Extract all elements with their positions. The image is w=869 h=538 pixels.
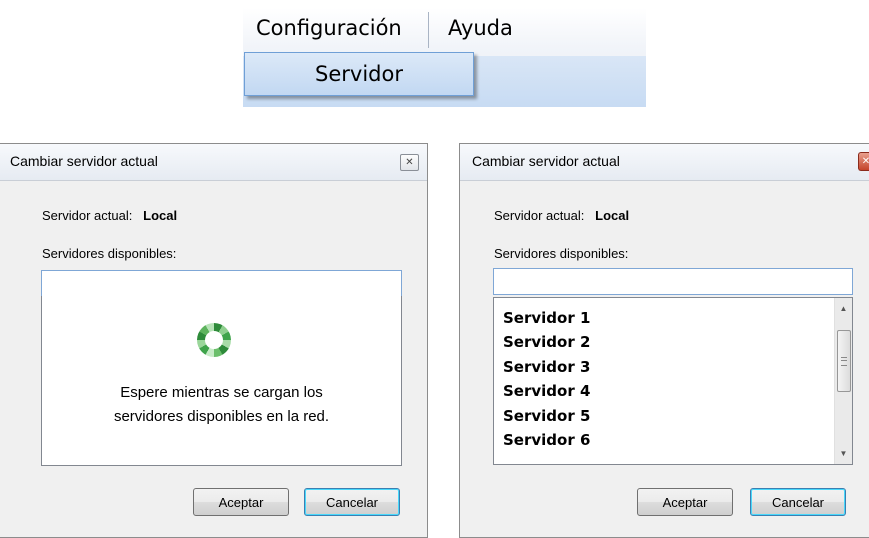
- menu-ayuda[interactable]: Ayuda: [448, 8, 513, 48]
- current-server-row: Servidor actual: Local: [42, 208, 177, 223]
- list-item[interactable]: Servidor 5: [503, 404, 590, 428]
- cancel-button[interactable]: Cancelar: [750, 488, 846, 516]
- menu-item-servidor[interactable]: Servidor: [244, 52, 474, 96]
- accept-button[interactable]: Aceptar: [637, 488, 733, 516]
- close-icon[interactable]: ✕: [400, 154, 419, 171]
- list-item[interactable]: Servidor 6: [503, 428, 590, 452]
- scrollbar[interactable]: ▲ ▼: [834, 298, 852, 464]
- change-server-dialog-loaded: Cambiar servidor actual ✕ Servidor actua…: [459, 143, 869, 538]
- menu-bar: Configuración Ayuda Servidor: [243, 8, 646, 107]
- list-item[interactable]: Servidor 4: [503, 379, 590, 403]
- scroll-thumb[interactable]: [837, 330, 851, 392]
- dialog-titlebar: Cambiar servidor actual ✕: [460, 144, 869, 181]
- current-server-value: Local: [595, 208, 630, 223]
- server-search-input[interactable]: [493, 268, 853, 295]
- dialog-title: Cambiar servidor actual: [472, 153, 620, 169]
- list-item[interactable]: Servidor 3: [503, 355, 590, 379]
- server-list[interactable]: Servidor 1 Servidor 2 Servidor 3 Servidor 4…: [493, 297, 853, 465]
- server-list-loading: Espere mientras se cargan los servidores…: [41, 296, 402, 466]
- accept-button[interactable]: Aceptar: [193, 488, 289, 516]
- current-server-label: Servidor actual:: [42, 208, 133, 223]
- loading-spinner-icon: [197, 323, 231, 357]
- dialog-title: Cambiar servidor actual: [10, 153, 158, 169]
- scroll-down-icon[interactable]: ▼: [835, 445, 852, 462]
- menu-configuracion[interactable]: Configuración: [256, 8, 402, 48]
- list-item[interactable]: Servidor 1: [503, 306, 590, 330]
- server-list-items: Servidor 1 Servidor 2 Servidor 3 Servidor 4…: [503, 306, 590, 452]
- current-server-label: Servidor actual:: [494, 208, 585, 223]
- cancel-button[interactable]: Cancelar: [304, 488, 400, 516]
- loading-message: Espere mientras se cargan los servidores…: [113, 384, 330, 425]
- close-icon[interactable]: ✕: [858, 152, 869, 171]
- available-servers-label: Servidores disponibles:: [494, 246, 629, 261]
- dialog-titlebar: Cambiar servidor actual ✕: [0, 144, 427, 181]
- change-server-dialog-loading: Cambiar servidor actual ✕ Servidor actua…: [0, 143, 428, 538]
- available-servers-label: Servidores disponibles:: [42, 246, 177, 261]
- current-server-row: Servidor actual: Local: [494, 208, 629, 223]
- scroll-up-icon[interactable]: ▲: [835, 300, 852, 317]
- grip-icon: [841, 357, 847, 366]
- current-server-value: Local: [143, 208, 178, 223]
- menu-separator: [428, 12, 429, 48]
- list-item[interactable]: Servidor 2: [503, 330, 590, 354]
- server-search-input[interactable]: [41, 270, 402, 297]
